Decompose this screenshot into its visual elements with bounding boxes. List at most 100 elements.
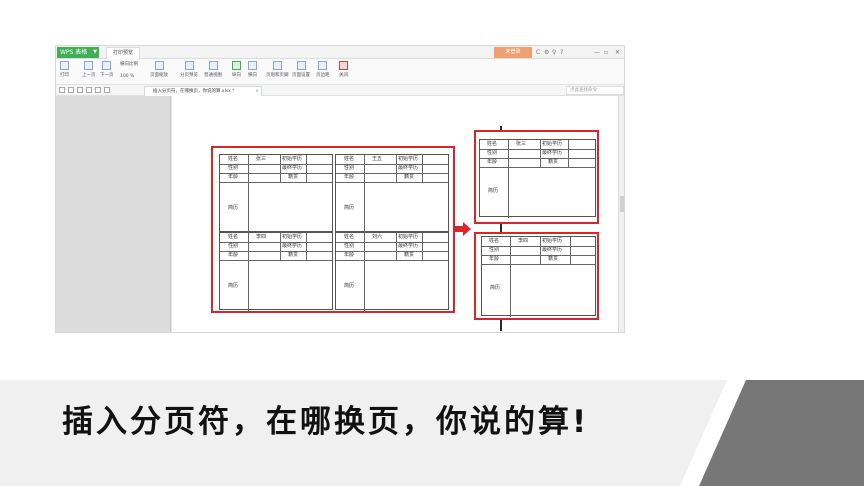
- highest-edu-label: 最终学历: [542, 150, 563, 156]
- gender-label: 性别: [489, 247, 500, 253]
- vertical-scrollbar[interactable]: [618, 96, 624, 332]
- initial-edu-label: 初始学历: [542, 238, 563, 244]
- name-label: 姓名: [487, 141, 498, 147]
- grid-icon: [208, 61, 218, 70]
- card-zhangsan: 姓名 张三 初始学历 性别 最终学历 年龄 籍贯 简历: [219, 154, 333, 233]
- user-icon[interactable]: ♀: [552, 47, 556, 58]
- scale-input[interactable]: 100 %: [120, 74, 134, 79]
- margins-icon: [318, 61, 328, 70]
- age-label: 年龄: [228, 252, 239, 258]
- full-form-highlight: 姓名 张三 初始学历 性别 最终学历 年龄 籍贯 简历 姓名 王五 初始学历 性…: [211, 146, 455, 313]
- initial-edu-label: 初始学历: [398, 234, 419, 240]
- origin-label: 籍贯: [404, 174, 415, 180]
- command-search-input[interactable]: 点此查找命令: [566, 86, 624, 95]
- save-icon[interactable]: [68, 87, 74, 93]
- close-icon: [339, 61, 348, 70]
- normal-view-button[interactable]: 普通视图: [204, 61, 222, 78]
- maximize-icon[interactable]: ▫: [604, 47, 608, 58]
- gender-label: 性别: [228, 243, 239, 249]
- gender-label: 性别: [487, 150, 498, 156]
- page-down-icon: [102, 61, 112, 70]
- left-panel: [56, 96, 171, 332]
- pagebreak-preview-button[interactable]: 分页预览: [180, 61, 198, 78]
- pagebreak-icon: [184, 61, 194, 70]
- resume-label: 简历: [344, 205, 355, 211]
- portrait-icon: [232, 61, 241, 70]
- resume-label: 简历: [228, 283, 239, 289]
- highest-edu-label: 最终学历: [542, 247, 563, 253]
- card-lisi-split: 姓名 李四 初始学历 性别 最终学历 年龄 籍贯 简历: [481, 236, 596, 317]
- ribbon: 打印 上一页 下一页 横向比例 100 % 页面缩放 分页预览 普通视图 纵向 …: [56, 59, 624, 85]
- page-zoom-button[interactable]: 页面缩放: [150, 61, 168, 78]
- highest-edu-label: 最终学历: [282, 243, 303, 249]
- minimize-icon[interactable]: —: [594, 47, 600, 58]
- login-button[interactable]: 未登录: [494, 47, 532, 58]
- age-label: 年龄: [487, 159, 498, 165]
- initial-edu-label: 初始学历: [282, 156, 303, 162]
- card-liuliu: 姓名 刘六 初始学历 性别 最终学历 年龄 籍贯 简历: [335, 232, 449, 311]
- person-name: 李四: [518, 238, 529, 244]
- tab-print-preview[interactable]: 打印预览: [106, 47, 140, 59]
- print-icon[interactable]: [77, 87, 83, 93]
- open-icon[interactable]: [59, 87, 65, 93]
- person-name: 张三: [256, 156, 267, 162]
- print-button[interactable]: 打印: [60, 61, 69, 78]
- name-label: 姓名: [489, 238, 500, 244]
- gear-icon[interactable]: ⚙: [544, 47, 549, 58]
- document-tab[interactable]: 插入分页符，在哪换页，你说的算.xlsx * ×: [144, 86, 262, 96]
- name-label: 姓名: [228, 156, 239, 162]
- next-page-button[interactable]: 下一页: [100, 61, 114, 78]
- age-label: 年龄: [344, 174, 355, 180]
- card-zhangsan-split: 姓名 张三 初始学历 性别 最终学历 年龄 籍贯 简历: [479, 139, 596, 218]
- split-page-top: 姓名 张三 初始学历 性别 最终学历 年龄 籍贯 简历: [474, 130, 599, 224]
- name-label: 姓名: [228, 234, 239, 240]
- person-name: 刘六: [372, 234, 383, 240]
- person-name: 张三: [516, 141, 527, 147]
- prev-page-button[interactable]: 上一页: [82, 61, 96, 78]
- header-footer-button[interactable]: 页眉和页脚: [266, 61, 289, 78]
- document-bar: 插入分页符，在哪换页，你说的算.xlsx * × 点此查找命令: [56, 85, 624, 96]
- title-bar: WPS 表格 ▼ 打印预览 未登录 C ⚙ ♀ ? — ▫ ✕: [56, 46, 624, 59]
- document-title: 插入分页符，在哪换页，你说的算.xlsx *: [153, 89, 235, 94]
- app-menu-button[interactable]: WPS 表格 ▼: [57, 47, 99, 58]
- gender-label: 性别: [344, 165, 355, 171]
- landscape-button[interactable]: 横向: [248, 61, 257, 78]
- header-footer-icon: [272, 61, 282, 70]
- close-icon[interactable]: ✕: [615, 47, 620, 58]
- origin-label: 籍贯: [288, 174, 299, 180]
- slide: WPS 表格 ▼ 打印预览 未登录 C ⚙ ♀ ? — ▫ ✕ 打印 上一页 下一…: [0, 0, 864, 486]
- help-icon[interactable]: ?: [560, 47, 563, 58]
- refresh-icon[interactable]: C: [536, 47, 540, 58]
- gender-label: 性别: [228, 165, 239, 171]
- landscape-icon: [248, 61, 257, 70]
- redo-icon[interactable]: [104, 87, 110, 93]
- close-tab-icon[interactable]: ×: [255, 87, 259, 96]
- chevron-down-icon: ▼: [93, 49, 97, 55]
- page-setup-icon: [296, 61, 306, 70]
- card-wangwu: 姓名 王五 初始学历 性别 最终学历 年龄 籍贯 简历: [335, 154, 449, 233]
- origin-label: 籍贯: [288, 252, 299, 258]
- resume-label: 简历: [344, 283, 355, 289]
- initial-edu-label: 初始学历: [542, 141, 563, 147]
- portrait-button[interactable]: 纵向: [232, 61, 241, 78]
- origin-label: 籍贯: [404, 252, 415, 258]
- age-label: 年龄: [228, 174, 239, 180]
- margins-button[interactable]: 页边距: [316, 61, 330, 78]
- age-label: 年龄: [489, 256, 500, 262]
- resume-label: 简历: [228, 205, 239, 211]
- scrollbar-thumb[interactable]: [620, 196, 624, 212]
- zoom-icon: [154, 61, 164, 70]
- initial-edu-label: 初始学历: [398, 156, 419, 162]
- undo-icon[interactable]: [95, 87, 101, 93]
- highest-edu-label: 最终学历: [398, 165, 419, 171]
- page-up-icon: [84, 61, 94, 70]
- preview-icon[interactable]: [86, 87, 92, 93]
- printer-icon: [60, 61, 69, 70]
- close-preview-button[interactable]: 关闭: [339, 61, 348, 78]
- page-setup-button[interactable]: 页面设置: [292, 61, 310, 78]
- scale-label: 横向比例: [120, 62, 138, 67]
- age-label: 年龄: [344, 252, 355, 258]
- highest-edu-label: 最终学历: [282, 165, 303, 171]
- resume-label: 简历: [488, 188, 499, 194]
- gender-label: 性别: [344, 243, 355, 249]
